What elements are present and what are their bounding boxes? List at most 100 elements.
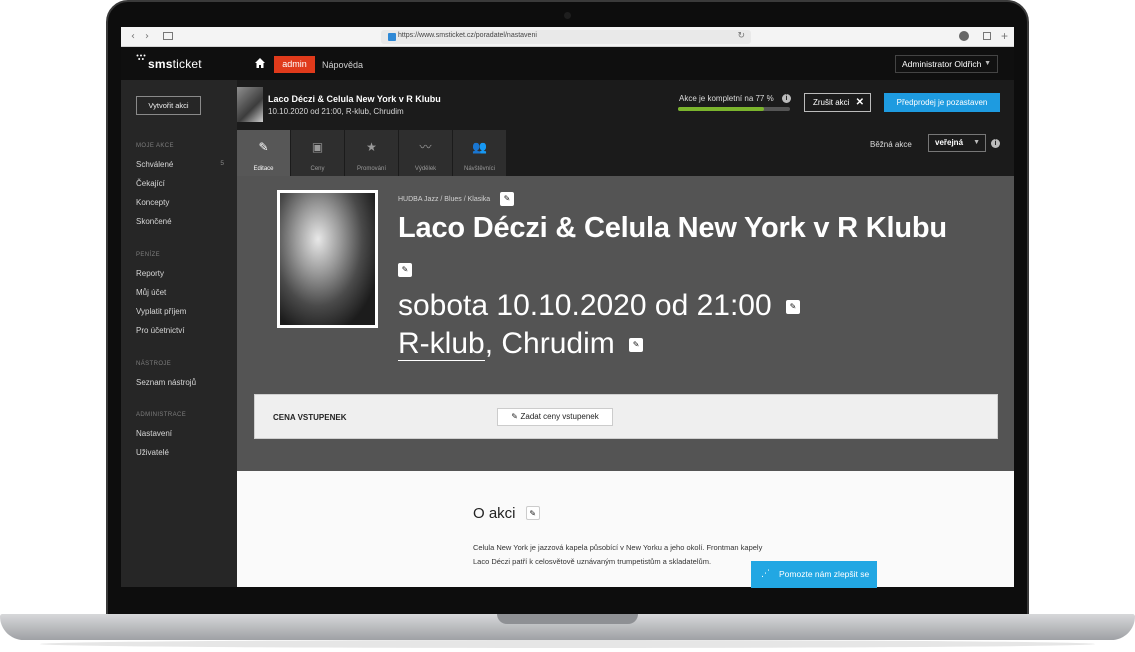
sidebar-item-approved[interactable]: Schválené 5 [136,160,224,169]
sidebar-item-accounting[interactable]: Pro účetnictví [136,326,224,335]
forward-icon[interactable]: › [141,31,153,43]
ticket-price-label: CENA VSTUPENEK [273,413,347,422]
tab-návštěvníci[interactable]: 👥 Návštěvníci [453,130,507,176]
laptop-notch [497,614,638,624]
edit-genre-pencil-icon[interactable]: ✎ [500,192,514,206]
pencil-icon: ✎ [258,140,269,154]
star-icon: ★ [366,140,377,154]
create-event-button[interactable]: Vytvořit akci [136,96,201,115]
sidebar-section-title: NÁSTROJE [136,361,172,367]
tab-label: Ceny [310,166,325,172]
close-icon: ✕ [855,97,864,108]
tab-label: Promování [356,166,386,172]
logo[interactable]: smsticket [148,57,202,71]
poster-image [280,193,375,325]
sidebar-item-drafts[interactable]: Koncepty [136,198,224,207]
sidebar-item-label: Schválené [136,160,174,169]
about-description: Celula New York je jazzová kapela působí… [473,543,763,566]
event-header: Laco Déczi & Celula New York v R Klubu 1… [237,80,1014,130]
sidebar-section-title: MOJE AKCE [136,143,174,149]
address-bar[interactable]: https://www.smsticket.cz/poradatel/nasta… [381,30,751,44]
new-tab-icon[interactable]: + [1001,29,1008,43]
sidebar: Vytvořit akci MOJE AKCE Schválené 5 Čeka… [121,80,237,587]
tab-label: Návštěvníci [463,166,495,172]
sidebar-section-title: PENÍZE [136,252,161,258]
chart-line-icon: 〰 [419,140,432,154]
edit-date-pencil-icon[interactable]: ✎ [786,300,801,314]
completion-progress-bar [678,107,790,111]
event-venue: R-klub, Chrudim ✎ [398,327,644,361]
event-header-title: Laco Déczi & Celula New York v R Klubu [268,94,441,104]
enter-prices-label: Zadat ceny vstupenek [520,412,599,421]
tab-promování[interactable]: ★ Promování [345,130,399,176]
event-date-text: sobota 10.10.2020 od 21:00 [398,289,772,322]
sidebar-item-users[interactable]: Uživatelé [136,448,224,457]
event-type-label: Běžná akce [870,140,912,149]
wallet-icon: ▣ [311,140,324,154]
edit-about-pencil-icon[interactable]: ✎ [525,506,540,520]
tab-výdělek[interactable]: 〰 Výdělek [399,130,453,176]
back-icon[interactable]: ‹ [127,31,139,43]
venue-link[interactable]: R-klub [398,327,485,361]
about-section: O akci ✎ Celula New York je jazzová kape… [237,471,1014,587]
info-icon[interactable]: i [782,94,791,103]
tab-ceny[interactable]: ▣ Ceny [291,130,345,176]
count-badge: 5 [220,160,224,167]
url-text: https://www.smsticket.cz/poradatel/nasta… [398,32,537,39]
tabs-row: ✎ Editace ▣ Ceny ★ Promování 〰 Výdělek 👥 Návštěvn… [237,130,1014,176]
chevron-down-icon: ▼ [973,139,980,146]
logo-prefix: sms [148,57,173,71]
sidebar-section-title: ADMINISTRACE [136,412,187,418]
browser-toolbar: ‹ › https://www.smsticket.cz/poradatel/n… [121,27,1014,47]
progress-fill [678,107,765,111]
event-detail-panel: HUDBA Jazz / Blues / Klasika ✎ Laco Décz… [237,176,1014,471]
tab-label: Editace [253,166,274,172]
users-icon: 👥 [472,140,487,154]
admin-button[interactable]: admin [274,56,315,73]
feedback-label: Pomozte nám zlepšit se [779,569,870,579]
help-link[interactable]: Nápověda [322,60,363,70]
user-label: Administrator Oldřich [902,59,982,69]
visibility-value: veřejná [935,138,964,147]
laptop-shadow [40,640,1095,648]
edit-title-pencil-icon[interactable]: ✎ [398,263,412,277]
cancel-label: Zrušit akci [813,98,850,107]
completion-text: Akce je kompletní na 77 % [679,94,774,103]
sidebar-item-my-account[interactable]: Můj účet [136,288,224,297]
feedback-icon: ⋰ [761,569,770,579]
sidebar-toggle-icon[interactable] [163,32,173,40]
sidebar-item-payout[interactable]: Vyplatit příjem [136,307,224,316]
info-icon[interactable]: i [991,139,1000,148]
camera [564,12,571,19]
sidebar-item-reports[interactable]: Reporty [136,269,224,278]
venue-city: , Chrudim [484,327,615,360]
screen: ‹ › https://www.smsticket.cz/poradatel/n… [121,27,1014,587]
visibility-select[interactable]: veřejná ▼ [928,134,986,152]
sidebar-item-finished[interactable]: Skončené [136,217,224,226]
reload-icon[interactable]: ↻ [737,31,745,41]
sidebar-item-pending[interactable]: Čekající [136,179,224,188]
about-title: O akci ✎ [473,505,540,522]
download-icon[interactable] [959,31,969,41]
event-date: sobota 10.10.2020 od 21:00 ✎ [398,289,801,323]
feedback-button[interactable]: ⋰ Pomozte nám zlepšit se [751,561,877,588]
tabs-icon[interactable] [983,32,991,40]
tab-editace[interactable]: ✎ Editace [237,130,291,176]
about-title-text: O akci [473,505,516,522]
chevron-down-icon: ▼ [984,60,991,67]
logo-icon [136,54,146,60]
favicon-icon [388,33,396,41]
event-poster[interactable] [277,190,378,328]
enter-prices-button[interactable]: ✎ Zadat ceny vstupenek [497,408,613,426]
event-header-subtitle: 10.10.2020 od 21:00, R-klub, Chrudim [268,107,404,116]
tab-label: Výdělek [414,166,437,172]
sidebar-item-tools[interactable]: Seznam nástrojů [136,378,224,387]
app-topbar: smsticket admin Nápověda Administrator O… [121,47,1014,80]
home-icon[interactable] [254,57,266,69]
user-menu[interactable]: Administrator Oldřich ▼ [895,55,998,73]
cancel-event-button[interactable]: Zrušit akci ✕ [804,93,871,112]
sidebar-item-settings[interactable]: Nastavení [136,429,224,438]
event-genre: HUDBA Jazz / Blues / Klasika [398,196,491,203]
edit-venue-pencil-icon[interactable]: ✎ [629,338,644,352]
presale-status-button[interactable]: Předprodej je pozastaven [884,93,1000,112]
